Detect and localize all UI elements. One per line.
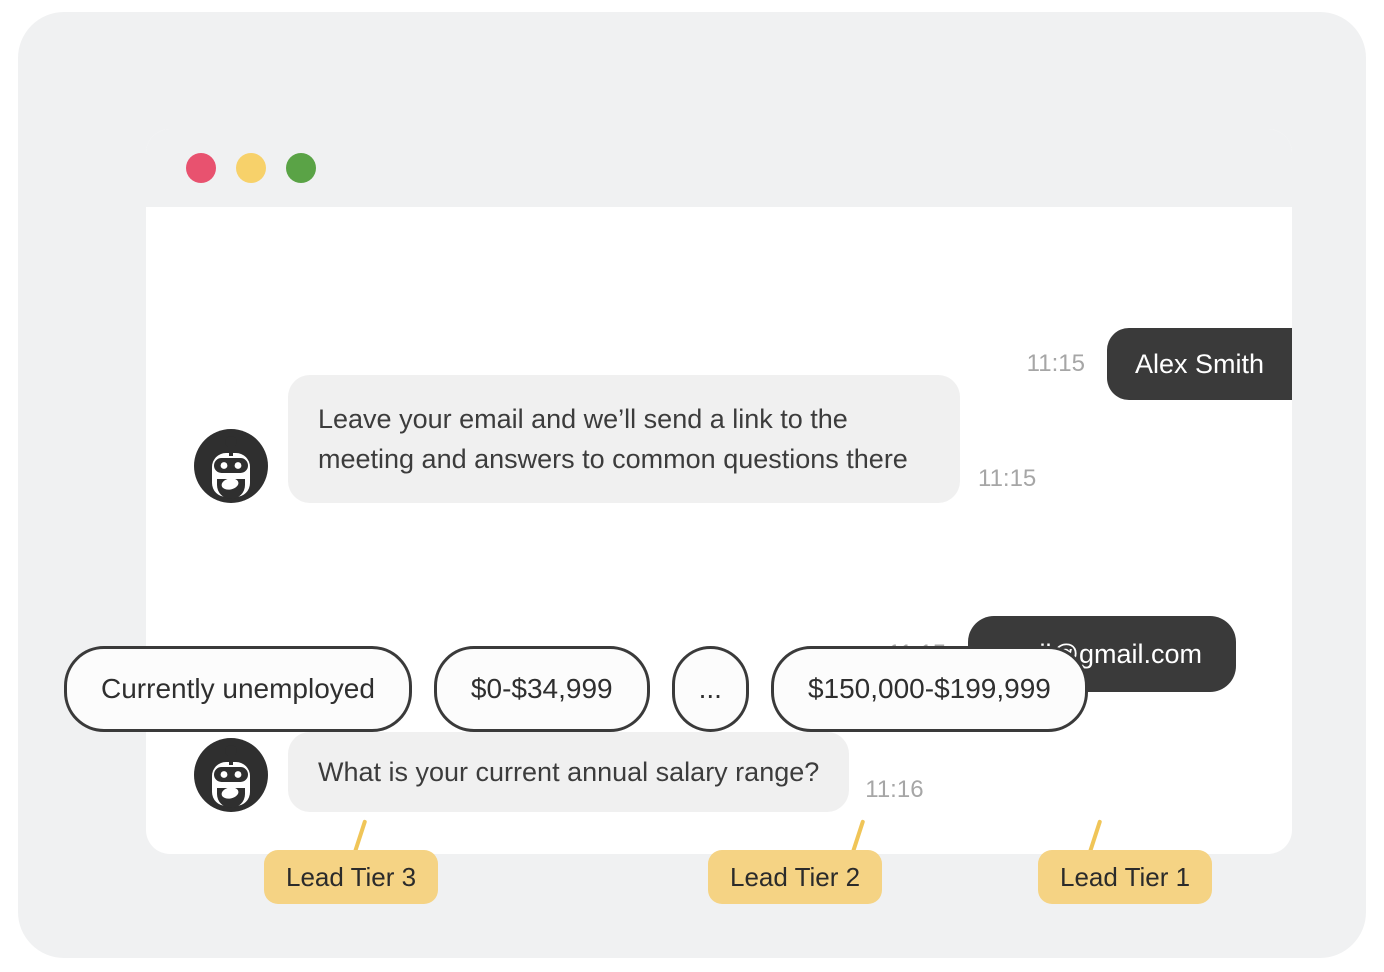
minimize-window-dot[interactable] <box>236 153 266 183</box>
message-row-user-name: 11:15 Alex Smith <box>1027 328 1292 400</box>
message-row-bot-salary-question: What is your current annual salary range… <box>194 732 924 812</box>
message-bubble-bot: Leave your email and we’ll send a link t… <box>288 375 960 503</box>
page-stage: 11:15 Alex Smith Leave your email and we… <box>18 12 1366 958</box>
message-bubble-bot: What is your current annual salary range… <box>288 732 850 812</box>
annotation-badge-lead-tier-2: Lead Tier 2 <box>708 850 883 904</box>
chat-transcript: 11:15 Alex Smith Leave your email and we… <box>146 207 1292 854</box>
robot-avatar-icon <box>194 429 268 503</box>
annotation-badge-lead-tier-1: Lead Tier 1 <box>1038 850 1213 904</box>
message-row-bot-email-request: Leave your email and we’ll send a link t… <box>194 375 1036 503</box>
message-timestamp: 11:16 <box>865 776 924 803</box>
maximize-window-dot[interactable] <box>286 153 316 183</box>
robot-avatar-icon <box>194 738 268 812</box>
browser-window: 11:15 Alex Smith Leave your email and we… <box>146 129 1292 854</box>
quick-reply-150000-199999[interactable]: $150,000-$199,999 <box>770 646 1088 732</box>
browser-titlebar <box>146 129 1292 207</box>
quick-reply-more[interactable]: ... <box>671 646 749 732</box>
quick-reply-0-34999[interactable]: $0-$34,999 <box>433 646 650 732</box>
quick-reply-currently-unemployed[interactable]: Currently unemployed <box>64 646 412 732</box>
message-bubble-user: Alex Smith <box>1106 328 1292 400</box>
message-timestamp: 11:15 <box>978 465 1037 492</box>
annotation-badge-lead-tier-3: Lead Tier 3 <box>264 850 439 904</box>
message-timestamp: 11:15 <box>1026 350 1085 377</box>
quick-reply-list: Currently unemployed $0-$34,999 ... $150… <box>64 646 1110 732</box>
close-window-dot[interactable] <box>186 153 216 183</box>
